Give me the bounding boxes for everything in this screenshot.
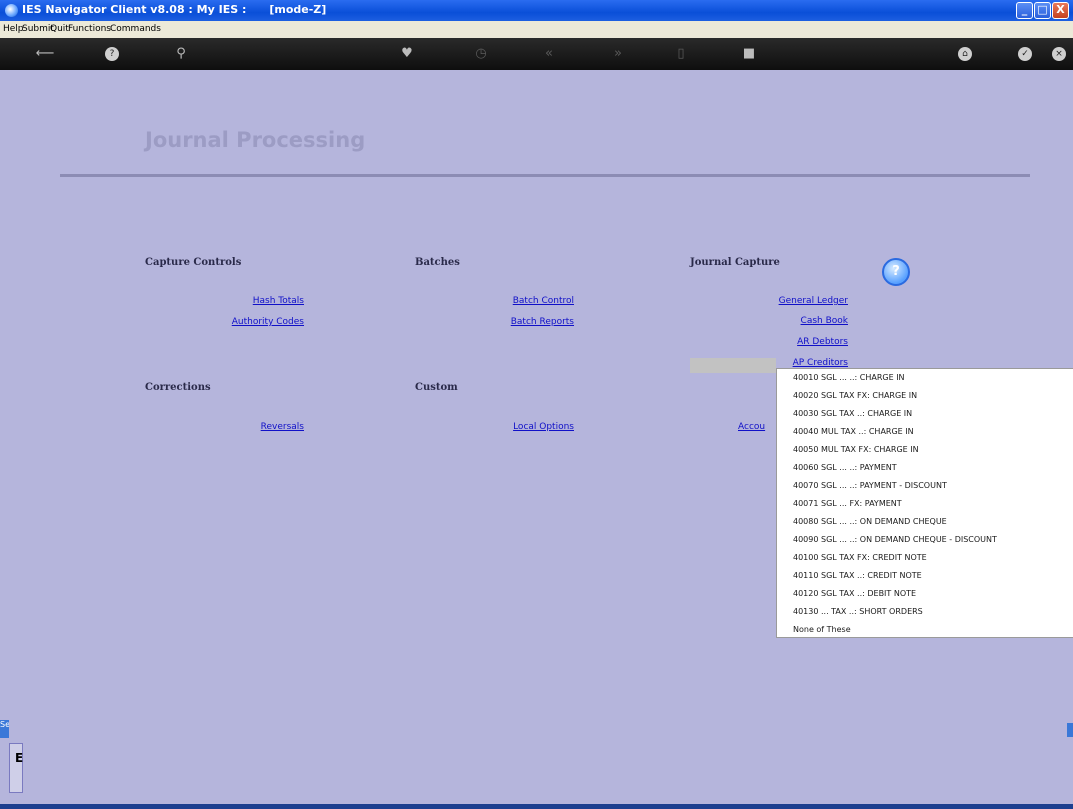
- section-corrections: Corrections: [145, 382, 211, 393]
- general-ledger-link[interactable]: General Ledger: [740, 296, 848, 306]
- hash-totals-link[interactable]: Hash Totals: [200, 296, 304, 306]
- maximize-button[interactable]: □: [1034, 2, 1051, 19]
- menu-bar: Help Submit Quit Functions Commands: [0, 21, 1073, 38]
- previous-icon[interactable]: «: [540, 46, 558, 61]
- home-icon[interactable]: ⌂: [958, 47, 972, 61]
- dropdown-item-none[interactable]: None of These: [793, 625, 851, 634]
- dropdown-item[interactable]: 40120 SGL TAX ..: DEBIT NOTE: [793, 589, 916, 598]
- dropdown-item[interactable]: 40060 SGL ... ..: PAYMENT: [793, 463, 897, 472]
- help-icon[interactable]: ?: [105, 47, 119, 61]
- dropdown-item[interactable]: 40100 SGL TAX FX: CREDIT NOTE: [793, 553, 927, 562]
- dropdown-item[interactable]: 40090 SGL ... ..: ON DEMAND CHEQUE - DIS…: [793, 535, 997, 544]
- side-tab[interactable]: Se: [0, 720, 9, 738]
- dropdown-item[interactable]: 40010 SGL ... ..: CHARGE IN: [793, 373, 905, 382]
- toolbar: ⟵ ? ⚲ ♥ ◷ « » ▯ ■ ⌂ ✓ ×: [0, 38, 1073, 70]
- main-content: Journal Processing Capture Controls Batc…: [0, 70, 1073, 804]
- title-bar: IES Navigator Client v8.08 : My IES : [m…: [0, 0, 1073, 21]
- ap-creditors-dropdown: 40010 SGL ... ..: CHARGE IN 40020 SGL TA…: [776, 368, 1073, 638]
- close-icon[interactable]: ×: [1052, 47, 1066, 61]
- dropdown-item[interactable]: 40070 SGL ... ..: PAYMENT - DISCOUNT: [793, 481, 947, 490]
- confirm-icon[interactable]: ✓: [1018, 47, 1032, 61]
- page-title: Journal Processing: [145, 128, 366, 152]
- heading-divider: [60, 174, 1030, 177]
- menu-functions[interactable]: Functions: [68, 24, 111, 34]
- document-icon[interactable]: ▯: [672, 46, 690, 61]
- minimize-button[interactable]: _: [1016, 2, 1033, 19]
- section-journal-capture: Journal Capture: [690, 257, 780, 268]
- dropdown-item[interactable]: 40030 SGL TAX ..: CHARGE IN: [793, 409, 912, 418]
- stop-icon[interactable]: ■: [740, 46, 758, 61]
- close-button[interactable]: X: [1052, 2, 1069, 19]
- app-icon: [5, 4, 18, 17]
- dropdown-item[interactable]: 40071 SGL ... FX: PAYMENT: [793, 499, 902, 508]
- accounts-link[interactable]: Accou: [738, 422, 765, 432]
- favorite-heart-icon[interactable]: ♥: [398, 46, 416, 61]
- bottom-border: [0, 804, 1073, 809]
- section-custom: Custom: [415, 382, 458, 393]
- search-icon[interactable]: ⚲: [172, 46, 190, 61]
- ap-creditors-link[interactable]: AP Creditors: [740, 358, 848, 368]
- dropdown-item[interactable]: 40110 SGL TAX ..: CREDIT NOTE: [793, 571, 922, 580]
- window-title: IES Navigator Client v8.08 : My IES : [m…: [22, 3, 327, 16]
- section-batches: Batches: [415, 257, 460, 268]
- ar-debtors-link[interactable]: AR Debtors: [740, 337, 848, 347]
- right-edge-marker: [1067, 723, 1073, 737]
- dropdown-item[interactable]: 40130 ... TAX ..: SHORT ORDERS: [793, 607, 923, 616]
- menu-commands[interactable]: Commands: [110, 24, 161, 34]
- help-circle-icon[interactable]: ?: [882, 258, 910, 286]
- dropdown-item[interactable]: 40080 SGL ... ..: ON DEMAND CHEQUE: [793, 517, 947, 526]
- authority-codes-link[interactable]: Authority Codes: [200, 317, 304, 327]
- batch-reports-link[interactable]: Batch Reports: [470, 317, 574, 327]
- section-capture-controls: Capture Controls: [145, 257, 242, 268]
- dropdown-item[interactable]: 40040 MUL TAX ..: CHARGE IN: [793, 427, 914, 436]
- batch-control-link[interactable]: Batch Control: [470, 296, 574, 306]
- reversals-link[interactable]: Reversals: [200, 422, 304, 432]
- menu-help[interactable]: Help: [3, 24, 24, 34]
- dropdown-item[interactable]: 40050 MUL TAX FX: CHARGE IN: [793, 445, 919, 454]
- back-arrow-icon[interactable]: ⟵: [30, 46, 60, 61]
- cash-book-link[interactable]: Cash Book: [740, 316, 848, 326]
- menu-quit[interactable]: Quit: [50, 24, 69, 34]
- dropdown-item[interactable]: 40020 SGL TAX FX: CHARGE IN: [793, 391, 917, 400]
- side-panel-letter: E: [15, 751, 24, 765]
- next-icon[interactable]: »: [609, 46, 627, 61]
- refresh-icon[interactable]: ◷: [472, 46, 490, 61]
- local-options-link[interactable]: Local Options: [470, 422, 574, 432]
